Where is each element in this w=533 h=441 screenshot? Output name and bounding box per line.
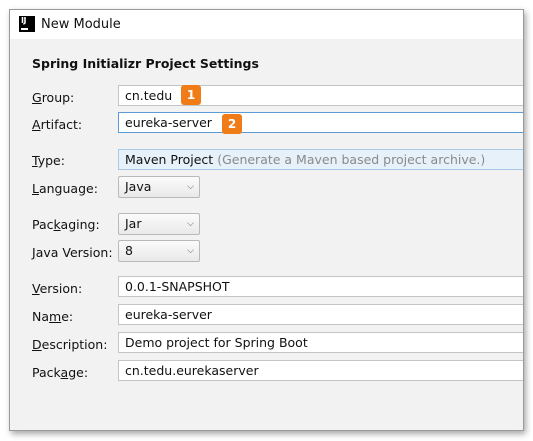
package-label: Package: xyxy=(32,365,89,380)
chevron-down-icon: ⌵ xyxy=(187,182,194,192)
version-field[interactable]: 0.0.1-SNAPSHOT xyxy=(118,276,523,297)
artifact-label: Artifact: xyxy=(32,117,83,132)
java-version-dropdown[interactable]: 8 ⌵ xyxy=(118,240,200,262)
name-field[interactable]: eureka-server xyxy=(118,304,523,325)
step-badge-2: 2 xyxy=(222,114,242,134)
type-selector[interactable]: Maven Project (Generate a Maven based pr… xyxy=(118,149,523,170)
new-module-dialog: IJ New Module Spring Initializr Project … xyxy=(9,9,524,431)
intellij-idea-icon: IJ xyxy=(19,16,35,32)
section-title: Spring Initializr Project Settings xyxy=(32,56,259,71)
language-label: Language: xyxy=(32,181,98,196)
description-field[interactable]: Demo project for Spring Boot xyxy=(118,332,523,353)
language-dropdown[interactable]: Java ⌵ xyxy=(118,176,200,198)
type-hint: (Generate a Maven based project archive.… xyxy=(217,152,486,167)
step-badge-1: 1 xyxy=(181,85,201,105)
group-label: Group: xyxy=(32,90,75,105)
artifact-field[interactable]: eureka-server xyxy=(118,112,523,133)
package-field[interactable]: cn.tedu.eurekaserver xyxy=(118,360,523,381)
java-version-label: Java Version: xyxy=(32,245,113,260)
description-label: Description: xyxy=(32,337,108,352)
title-bar: IJ New Module xyxy=(10,10,523,39)
group-field[interactable]: cn.tedu xyxy=(118,85,523,106)
type-label: Type: xyxy=(32,153,65,168)
chevron-down-icon: ⌵ xyxy=(187,246,194,256)
version-label: Version: xyxy=(32,281,83,296)
chevron-down-icon: ⌵ xyxy=(187,219,194,229)
packaging-dropdown[interactable]: Jar ⌵ xyxy=(118,213,200,235)
packaging-label: Packaging: xyxy=(32,217,100,232)
window-title: New Module xyxy=(41,17,121,32)
name-label: Name: xyxy=(32,309,74,324)
